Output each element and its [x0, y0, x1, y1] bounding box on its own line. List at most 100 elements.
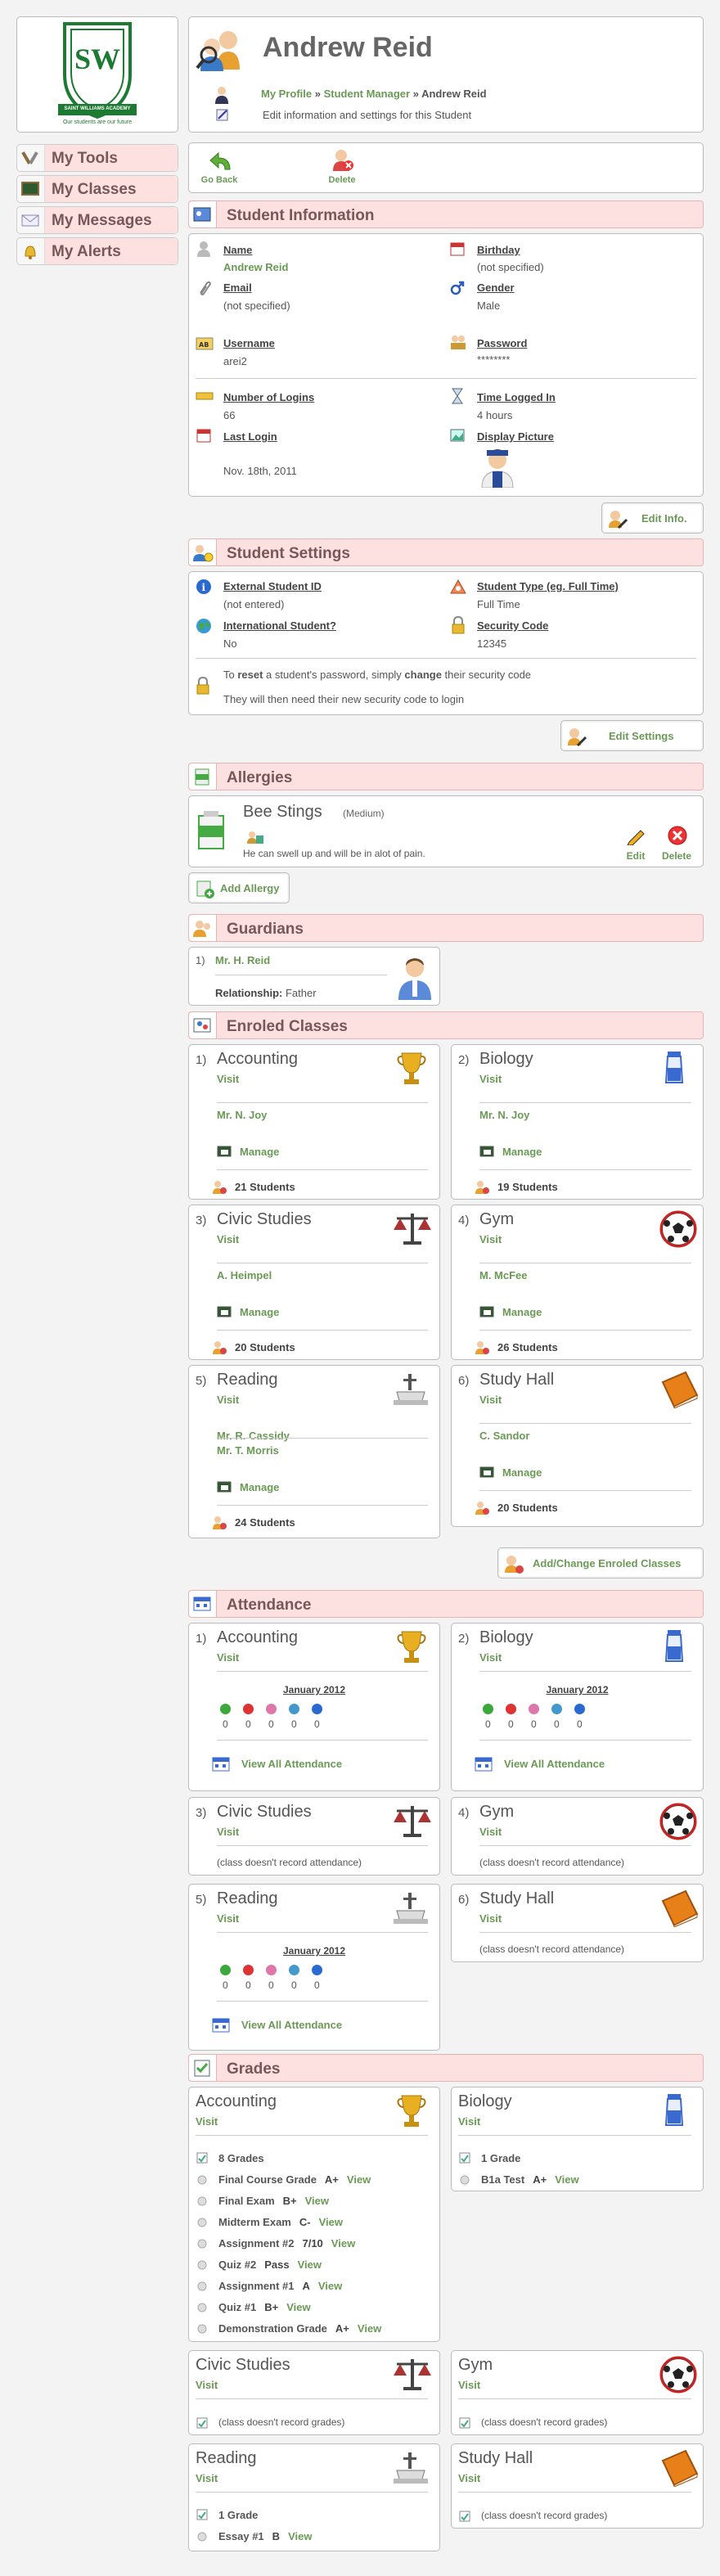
bullet-icon	[197, 2324, 207, 2336]
nav-my-tools[interactable]: My Tools	[16, 144, 178, 172]
class-visit-link[interactable]: Visit	[196, 2115, 218, 2128]
class-visit-link[interactable]: Visit	[217, 1233, 239, 1245]
class-visit-link[interactable]: Visit	[217, 1912, 239, 1925]
add-change-classes-button[interactable]: Add/Change Enroled Classes	[497, 1547, 704, 1578]
guardian-name[interactable]: Mr. H. Reid	[215, 954, 270, 966]
edit-settings-button[interactable]: Edit Settings	[560, 720, 704, 751]
grade-icon	[196, 2508, 209, 2524]
class-name: Reading	[217, 1371, 278, 1389]
class-visit-link[interactable]: Visit	[196, 2379, 218, 2391]
attendance-card: 3) Civic Studies Visit (class doesn't recor…	[188, 1797, 440, 1876]
beaker-icon	[659, 2092, 689, 2131]
class-name: Reading	[196, 2449, 257, 2467]
class-number: 1)	[196, 1632, 207, 1646]
view-all-attendance-link[interactable]: View All Attendance	[241, 2019, 342, 2031]
male-symbol-icon	[450, 281, 465, 295]
teacher-name[interactable]: Mr. N. Joy	[217, 1109, 267, 1121]
class-visit-link[interactable]: Visit	[479, 1912, 502, 1925]
student-information-panel: Name Andrew Reid Birthday (not specified…	[188, 233, 704, 497]
grade-value: A+	[533, 2173, 547, 2186]
grade-row: Final Course Grade A+ View	[218, 2173, 371, 2186]
attendance-card: 1) Accounting Visit January 2012 0 0 0 0 0 View A…	[188, 1623, 440, 1791]
view-all-attendance-link[interactable]: View All Attendance	[241, 1758, 342, 1770]
teacher-name[interactable]: M. McFee	[479, 1269, 528, 1281]
teacher-name[interactable]: Mr. N. Joy	[479, 1109, 529, 1121]
manage-link[interactable]: Manage	[502, 1466, 542, 1479]
class-visit-link[interactable]: Visit	[479, 1073, 502, 1085]
nav-my-classes[interactable]: My Classes	[16, 175, 178, 203]
divider	[217, 1932, 428, 1933]
grade-value: B	[272, 2530, 281, 2542]
class-visit-link[interactable]: Visit	[217, 1073, 239, 1085]
name-label: Name	[223, 244, 253, 256]
manage-link[interactable]: Manage	[240, 1481, 279, 1493]
grade-view-link[interactable]: View	[318, 2280, 342, 2292]
manage-link[interactable]: Manage	[502, 1146, 542, 1158]
username-icon: AB	[196, 337, 214, 350]
class-visit-link[interactable]: Visit	[458, 2379, 480, 2391]
grade-view-link[interactable]: View	[319, 2216, 343, 2228]
section-title: Student Settings	[227, 545, 350, 562]
change-classes-icon	[505, 1556, 524, 1574]
crest-letters: SW	[74, 43, 121, 75]
class-visit-link[interactable]: Visit	[196, 2472, 218, 2484]
grade-view-link[interactable]: View	[347, 2173, 371, 2186]
manage-link[interactable]: Manage	[502, 1306, 542, 1318]
view-all-attendance-link[interactable]: View All Attendance	[504, 1758, 605, 1770]
grade-view-link[interactable]: View	[286, 2301, 310, 2313]
scales-icon	[392, 2356, 433, 2394]
edit-info-button[interactable]: Edit Info.	[601, 502, 704, 534]
grade-view-link[interactable]: View	[288, 2530, 312, 2542]
podium-icon	[392, 1371, 430, 1409]
breadcrumb-my-profile[interactable]: My Profile	[261, 88, 312, 100]
id-card-icon	[189, 201, 217, 227]
grade-view-link[interactable]: View	[331, 2237, 355, 2249]
add-change-classes-label: Add/Change Enroled Classes	[533, 1557, 682, 1569]
breadcrumb-student-manager[interactable]: Student Manager	[324, 88, 410, 100]
class-visit-link[interactable]: Visit	[458, 2115, 480, 2128]
manage-link[interactable]: Manage	[240, 1306, 279, 1318]
nav-my-alerts[interactable]: My Alerts	[16, 237, 178, 265]
teacher-name[interactable]: C. Sandor	[479, 1430, 529, 1442]
grade-view-link[interactable]: View	[358, 2322, 381, 2335]
class-visit-link[interactable]: Visit	[479, 1826, 502, 1838]
delete-allergy-button[interactable]: Delete	[659, 826, 695, 863]
grade-name: Midterm Exam	[218, 2216, 291, 2228]
teacher-name[interactable]: A. Heimpel	[217, 1269, 272, 1281]
breadcrumb: My Profile » Student Manager » Andrew Re…	[261, 88, 487, 100]
other-icon	[312, 1965, 322, 1975]
bullet-icon	[197, 2218, 207, 2230]
nav-my-messages[interactable]: My Messages	[16, 206, 178, 234]
section-title: Enroled Classes	[227, 1018, 348, 1035]
grade-view-link[interactable]: View	[555, 2173, 578, 2186]
student-count: 20 Students	[497, 1502, 558, 1514]
class-visit-link[interactable]: Visit	[458, 2472, 480, 2484]
manage-link[interactable]: Manage	[240, 1146, 279, 1158]
grade-icon	[196, 2151, 209, 2167]
attendance-month[interactable]: January 2012	[452, 1684, 703, 1696]
grade-view-link[interactable]: View	[305, 2195, 329, 2207]
class-visit-link[interactable]: Visit	[479, 1394, 502, 1406]
class-visit-link[interactable]: Visit	[217, 1826, 239, 1838]
teacher-name[interactable]: Mr. T. Morris	[217, 1444, 279, 1457]
grades-card: Reading Visit 1 Grade Essay #1 B View	[188, 2443, 440, 2551]
class-visit-link[interactable]: Visit	[217, 1394, 239, 1406]
absent-icon	[243, 1704, 254, 1714]
add-allergy-label: Add Allergy	[220, 882, 280, 894]
edit-allergy-button[interactable]: Edit	[621, 826, 650, 863]
class-visit-link[interactable]: Visit	[217, 1651, 239, 1664]
teacher-name[interactable]: Mr. R. Cassidy	[217, 1430, 290, 1442]
attendance-month[interactable]: January 2012	[189, 1945, 439, 1957]
book-icon	[659, 1371, 700, 1411]
class-visit-link[interactable]: Visit	[479, 1651, 502, 1664]
grade-value: A+	[335, 2322, 349, 2335]
go-back-button[interactable]: Go Back	[199, 148, 240, 189]
class-visit-link[interactable]: Visit	[479, 1233, 502, 1245]
delete-student-button[interactable]: Delete	[322, 148, 362, 189]
attendance-month[interactable]: January 2012	[189, 1684, 439, 1696]
add-allergy-button[interactable]: Add Allergy	[188, 872, 290, 903]
grade-view-link[interactable]: View	[298, 2259, 322, 2271]
note-text: their security code	[441, 669, 532, 681]
no-grades-note: (class doesn't record grades)	[218, 2416, 345, 2428]
grade-icon	[458, 2510, 471, 2525]
